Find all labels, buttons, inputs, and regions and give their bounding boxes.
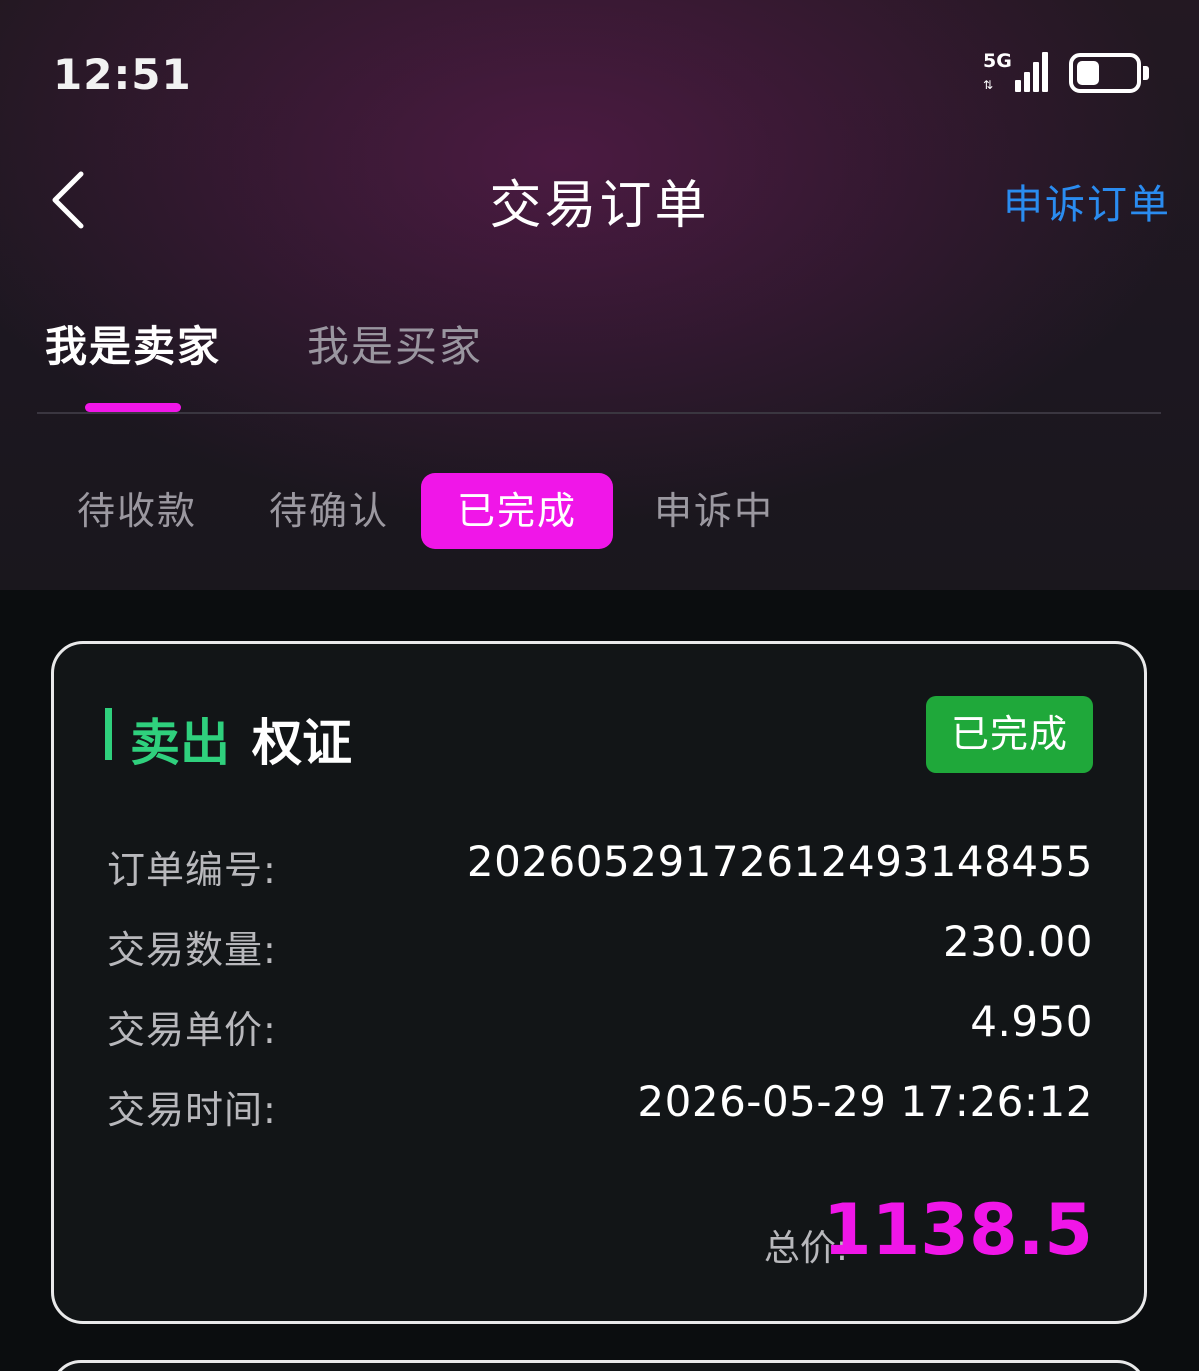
status-indicators: 5G ⇅ — [983, 50, 1149, 96]
order-side: 卖出 — [130, 714, 230, 772]
order-asset: 权证 — [252, 714, 352, 772]
signal-bar — [1042, 52, 1048, 92]
tab-divider — [37, 412, 1161, 414]
network-type: 5G — [983, 50, 1012, 72]
status-badge: 已完成 — [926, 696, 1093, 773]
filter-appealing[interactable]: 申诉中 — [654, 473, 774, 549]
signal-bar — [1015, 80, 1021, 92]
trade-time-value: 2026-05-29 17:26:12 — [637, 1077, 1093, 1126]
total-price-value: 1138.5 — [822, 1189, 1093, 1271]
tab-seller[interactable]: 我是卖家 — [45, 313, 221, 374]
order-number-value: 20260529172612493148455 — [466, 837, 1093, 886]
trade-time-label: 交易时间: — [107, 1088, 277, 1132]
filter-completed[interactable]: 已完成 — [421, 473, 613, 549]
unit-price-label: 交易单价: — [107, 1008, 277, 1052]
quantity-value: 230.00 — [943, 917, 1093, 966]
status-time: 12:51 — [53, 50, 192, 99]
quantity-label: 交易数量: — [107, 928, 277, 972]
next-order-card[interactable] — [51, 1360, 1147, 1371]
battery-fill — [1077, 61, 1099, 85]
unit-price-value: 4.950 — [970, 997, 1093, 1046]
filter-pending-payment[interactable]: 待收款 — [77, 473, 197, 549]
data-arrows-icon: ⇅ — [983, 78, 994, 92]
side-accent-bar — [105, 708, 112, 760]
signal-icon: 5G ⇅ — [983, 50, 1051, 96]
order-card[interactable]: 卖出 权证 已完成 订单编号: 20260529172612493148455 … — [51, 641, 1147, 1324]
order-number-label: 订单编号: — [107, 848, 277, 892]
signal-bar — [1033, 62, 1039, 92]
appeal-order-link[interactable]: 申诉订单 — [1003, 172, 1171, 230]
battery-tip — [1143, 66, 1149, 80]
filter-pending-confirm[interactable]: 待确认 — [269, 473, 389, 549]
battery-icon — [1069, 53, 1149, 93]
tab-buyer[interactable]: 我是买家 — [307, 313, 483, 374]
signal-bar — [1024, 72, 1030, 92]
active-tab-indicator — [85, 403, 181, 412]
